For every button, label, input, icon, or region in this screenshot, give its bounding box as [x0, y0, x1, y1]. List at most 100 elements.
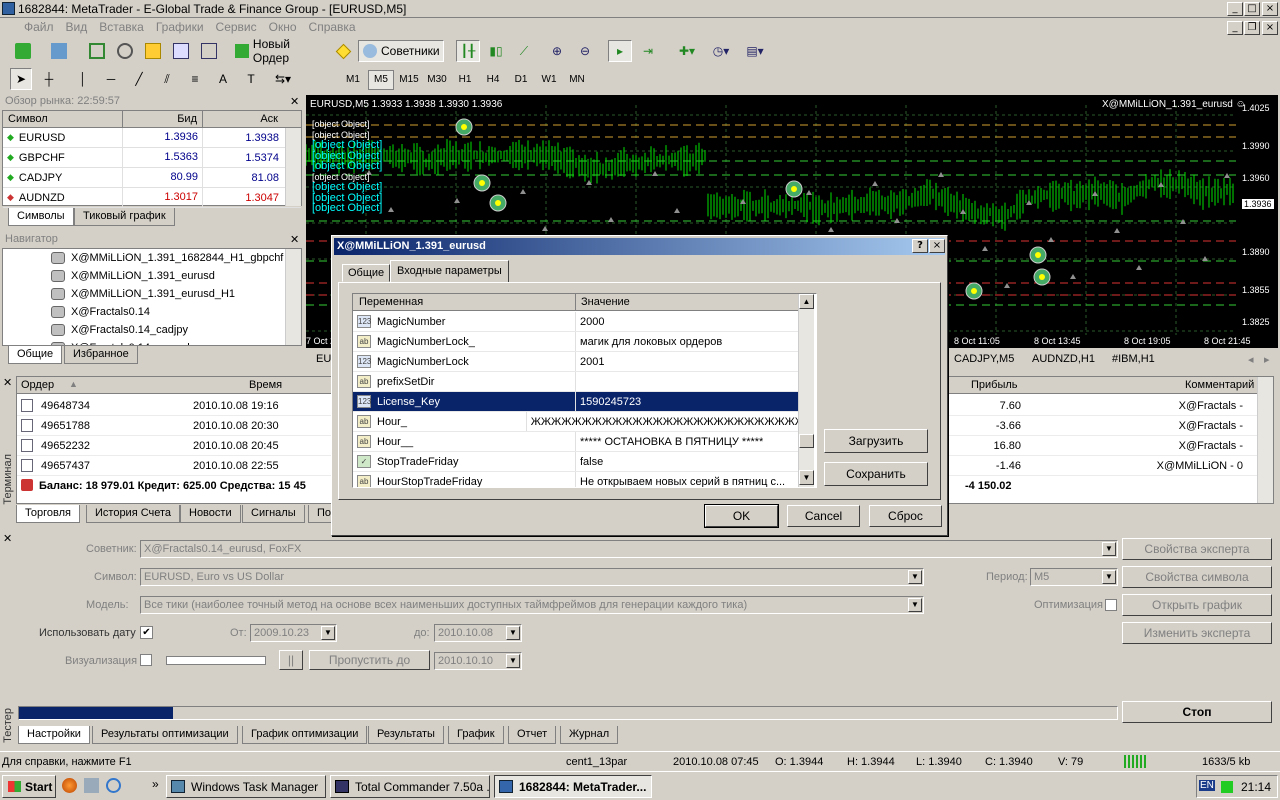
period-h1[interactable]: H1: [452, 70, 478, 90]
label-icon[interactable]: T: [240, 68, 262, 90]
visual-speed-slider[interactable]: [166, 656, 266, 665]
pause-button[interactable]: ||: [279, 650, 303, 670]
tester-icon[interactable]: [198, 40, 220, 62]
new-chart-icon[interactable]: [8, 40, 38, 62]
skip-dropdown-icon[interactable]: ▼: [506, 654, 520, 668]
tester-tab[interactable]: График оптимизации: [242, 726, 368, 744]
param-value[interactable]: магик для локовых ордеров: [576, 336, 722, 348]
param-row[interactable]: ab Hour__ ***** ОСТАНОВКА В ПЯТНИЦУ *****: [353, 432, 798, 452]
tab-tick-chart[interactable]: Тиковый график: [74, 208, 175, 226]
scroll-up-icon[interactable]: ▲: [799, 294, 814, 309]
param-row[interactable]: 123 MagicNumber 2000: [353, 312, 798, 332]
scroll-thumb[interactable]: [799, 434, 814, 448]
tester-tab[interactable]: График: [448, 726, 504, 744]
navigator-expert-item[interactable]: X@Fractals0.14: [3, 303, 301, 321]
chart-shift-icon[interactable]: ⇥: [636, 40, 660, 62]
tester-tab[interactable]: Настройки: [18, 726, 90, 744]
start-button[interactable]: Start: [2, 775, 56, 798]
param-value[interactable]: ЖЖЖЖЖЖЖЖЖЖЖЖЖЖЖЖЖЖЖЖЖЖЖЖЖЖЖЖЖЖЖЖЖЖ: [527, 416, 798, 428]
param-row[interactable]: 123 License_Key 1590245723: [353, 392, 798, 412]
market-watch-row[interactable]: ◆ GBPCHF 1.5363 1.5374: [3, 148, 301, 168]
param-row[interactable]: ✓ StopTradeFriday false: [353, 452, 798, 472]
trendline-icon[interactable]: ╱: [128, 68, 150, 90]
save-button[interactable]: Сохранить: [824, 462, 928, 486]
col-order[interactable]: Ордер: [21, 379, 54, 391]
task-task-manager[interactable]: Windows Task Manager: [166, 775, 326, 798]
model-select[interactable]: Все тики (наиболее точный метод на основ…: [140, 596, 924, 614]
new-order-button[interactable]: Новый Ордер: [230, 37, 330, 65]
period-m30[interactable]: M30: [424, 70, 450, 90]
optimization-checkbox[interactable]: [1105, 599, 1117, 611]
periods-icon[interactable]: ◷▾: [706, 40, 736, 62]
to-date[interactable]: 2010.10.08 ▼: [434, 624, 522, 642]
navigator-expert-item[interactable]: X@Fractals0.14_eurusd: [3, 339, 301, 345]
ok-button[interactable]: OK: [704, 504, 779, 528]
firefox-icon[interactable]: [62, 778, 77, 793]
col-variable[interactable]: Переменная: [359, 296, 423, 308]
scroll-down-icon[interactable]: ▼: [799, 470, 814, 485]
period-m1[interactable]: M1: [340, 70, 366, 90]
dialog-tab-common[interactable]: Общие: [342, 264, 391, 282]
menu-tools[interactable]: Сервис: [210, 18, 263, 34]
vertical-line-icon[interactable]: │: [72, 68, 94, 90]
stop-button[interactable]: Стоп: [1122, 701, 1272, 723]
period-m15[interactable]: M15: [396, 70, 422, 90]
tester-tab[interactable]: Результаты оптимизации: [92, 726, 238, 744]
period-w1[interactable]: W1: [536, 70, 562, 90]
to-dropdown-icon[interactable]: ▼: [506, 626, 520, 640]
language-indicator[interactable]: EN: [1199, 780, 1215, 791]
col-ask[interactable]: Аск: [203, 111, 283, 127]
load-button[interactable]: Загрузить: [824, 429, 928, 453]
market-watch-scrollbar[interactable]: [285, 128, 301, 206]
visual-checkbox[interactable]: [140, 654, 152, 666]
param-value[interactable]: 1590245723: [576, 396, 641, 408]
chart-tab-eu[interactable]: EU: [316, 353, 331, 365]
tab-symbols[interactable]: Символы: [8, 208, 74, 226]
param-row[interactable]: ab MagicNumberLock_ магик для локовых орде…: [353, 332, 798, 352]
param-value[interactable]: ***** ОСТАНОВКА В ПЯТНИЦУ *****: [576, 436, 763, 448]
autoscroll-icon[interactable]: ▸: [608, 40, 632, 62]
from-dropdown-icon[interactable]: ▼: [321, 626, 335, 640]
cursor-icon[interactable]: ➤: [10, 68, 32, 90]
col-symbol[interactable]: Символ: [3, 111, 123, 127]
data-window-icon[interactable]: [114, 40, 136, 62]
params-scrollbar[interactable]: ▲ ▼: [798, 294, 814, 487]
experts-button[interactable]: Советники: [358, 40, 444, 62]
use-date-checkbox[interactable]: ✔: [140, 626, 153, 639]
close-button[interactable]: ×: [1262, 2, 1278, 16]
channel-icon[interactable]: ⫽: [156, 68, 178, 90]
navigator-expert-item[interactable]: X@MMiLLiON_1.391_eurusd_H1: [3, 285, 301, 303]
task-metatrader[interactable]: 1682844: MetaTrader...: [494, 775, 652, 798]
menu-charts[interactable]: Графики: [150, 18, 210, 34]
period-dropdown-icon[interactable]: ▼: [1102, 570, 1116, 584]
tester-close-icon[interactable]: ✕: [3, 532, 12, 545]
col-time[interactable]: Время: [249, 379, 282, 391]
menu-help[interactable]: Справка: [303, 18, 362, 34]
candle-chart-icon[interactable]: ▮▯: [484, 40, 508, 62]
menu-window[interactable]: Окно: [263, 18, 303, 34]
task-total-commander[interactable]: Total Commander 7.50a ...: [330, 775, 490, 798]
col-value[interactable]: Значение: [581, 296, 630, 308]
col-bid[interactable]: Бид: [123, 111, 203, 127]
param-row[interactable]: ab HourStopTradeFriday Не открываем новых …: [353, 472, 798, 487]
navigator-expert-item[interactable]: X@Fractals0.14_cadjpy: [3, 321, 301, 339]
zoom-in-icon[interactable]: ⊕: [546, 40, 568, 62]
param-value[interactable]: 2001: [576, 356, 604, 368]
from-date[interactable]: 2009.10.23 ▼: [250, 624, 337, 642]
fibo-icon[interactable]: ≡: [184, 68, 206, 90]
symbol-dropdown-icon[interactable]: ▼: [908, 570, 922, 584]
indicators-icon[interactable]: ✚▾: [672, 40, 702, 62]
menu-file[interactable]: Файл: [18, 18, 60, 34]
menu-view[interactable]: Вид: [60, 18, 94, 34]
arrows-icon[interactable]: ⇆▾: [268, 68, 298, 90]
navigator-expert-item[interactable]: X@MMiLLiON_1.391_eurusd: [3, 267, 301, 285]
quicklaunch-more-icon[interactable]: »: [152, 777, 159, 791]
child-restore-button[interactable]: ❐: [1244, 21, 1260, 35]
child-close-button[interactable]: ×: [1262, 21, 1278, 35]
period-m5[interactable]: M5: [368, 70, 394, 90]
terminal-close-icon[interactable]: ✕: [3, 376, 12, 389]
navigator-icon[interactable]: [142, 40, 164, 62]
minimize-button[interactable]: _: [1227, 2, 1243, 16]
param-row[interactable]: ab Hour_ ЖЖЖЖЖЖЖЖЖЖЖЖЖЖЖЖЖЖЖЖЖЖЖЖЖЖЖЖЖЖЖЖЖ…: [353, 412, 798, 432]
tab-nav-favorites[interactable]: Избранное: [64, 346, 138, 364]
